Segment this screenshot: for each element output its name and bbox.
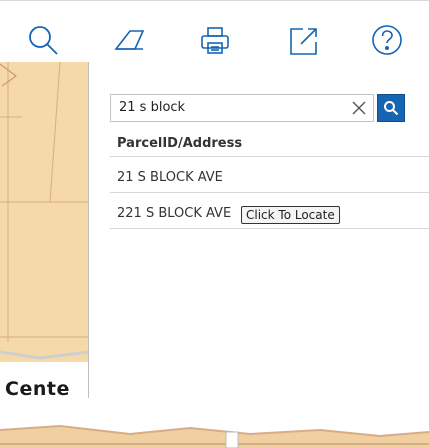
toolbar	[0, 0, 429, 59]
result-item-address[interactable]: 221 S BLOCK AVE	[117, 206, 231, 221]
divider	[110, 192, 429, 193]
map-place-label: Cente	[5, 378, 70, 400]
search-icon[interactable]	[26, 23, 60, 57]
map-roads	[0, 400, 429, 448]
search-submit-button[interactable]	[377, 94, 405, 122]
print-icon[interactable]	[198, 23, 232, 57]
click-to-locate-button[interactable]: Click To Locate	[241, 206, 340, 224]
search-input[interactable]	[119, 98, 339, 116]
divider	[110, 156, 429, 157]
search-field[interactable]	[110, 94, 374, 122]
eraser-icon[interactable]	[112, 23, 146, 57]
help-icon[interactable]	[370, 23, 404, 57]
search-panel: ParcelID/Address 21 S BLOCK AVE 221 S BL…	[88, 62, 429, 398]
results-column-header: ParcelID/Address	[117, 136, 243, 151]
map-bottom-strip[interactable]	[0, 400, 429, 448]
export-icon[interactable]	[286, 23, 320, 57]
divider	[110, 228, 429, 229]
result-item-address[interactable]: 21 S BLOCK AVE	[117, 170, 223, 185]
search-icon	[384, 101, 399, 116]
close-icon[interactable]	[351, 100, 367, 116]
